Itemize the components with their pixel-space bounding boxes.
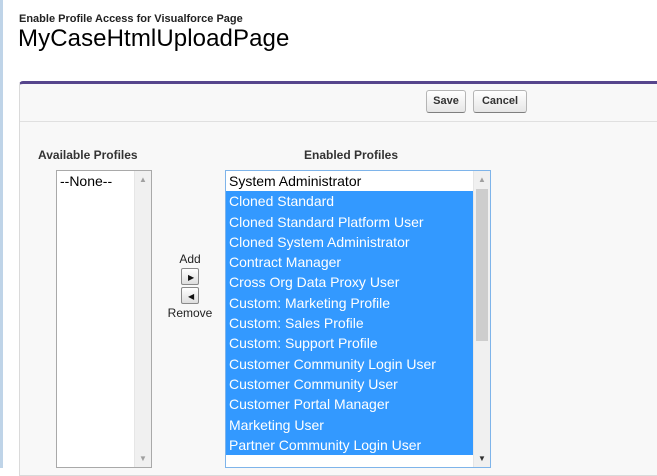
scroll-down-icon[interactable]: ▼ — [474, 450, 490, 467]
page-subtitle: Enable Profile Access for Visualforce Pa… — [19, 13, 243, 25]
divider — [20, 121, 657, 122]
enabled-profiles-list[interactable]: System Administrator Cloned Standard Clo… — [225, 170, 491, 468]
list-item[interactable]: Contract Manager — [226, 252, 490, 273]
list-item[interactable]: Cloned Standard — [226, 191, 490, 212]
list-item[interactable]: Custom: Support Profile — [226, 333, 490, 354]
page-title: MyCaseHtmlUploadPage — [18, 25, 290, 52]
list-item[interactable]: Custom: Sales Profile — [226, 313, 490, 334]
scroll-thumb[interactable] — [476, 189, 488, 341]
page-left-border — [0, 0, 3, 468]
available-profiles-list[interactable]: --None-- ▲ ▼ — [56, 170, 152, 468]
scroll-down-icon[interactable]: ▼ — [135, 450, 151, 467]
list-item[interactable]: Cloned Standard Platform User — [226, 211, 490, 232]
left-triangle-icon: ◀ — [188, 292, 195, 301]
available-scrollbar[interactable]: ▲ ▼ — [134, 171, 151, 467]
remove-label: Remove — [167, 306, 213, 320]
list-item[interactable]: Cross Org Data Proxy User — [226, 272, 490, 293]
right-triangle-icon: ▶ — [188, 273, 195, 282]
save-button[interactable]: Save — [426, 90, 466, 113]
enabled-profiles-label: Enabled Profiles — [304, 148, 399, 162]
transfer-controls: Add ▶ ◀ Remove — [160, 252, 220, 320]
list-item[interactable]: Marketing User — [226, 414, 490, 435]
list-item[interactable]: Customer Portal Manager — [226, 394, 490, 415]
add-button[interactable]: ▶ — [181, 268, 199, 285]
list-item[interactable]: System Administrator — [226, 171, 490, 191]
available-profiles-label: Available Profiles — [38, 148, 138, 162]
remove-button[interactable]: ◀ — [181, 287, 199, 304]
scroll-up-icon[interactable]: ▲ — [135, 171, 151, 188]
enabled-scrollbar[interactable]: ▲ ▼ — [473, 171, 490, 467]
edit-panel: Save Cancel Available Profiles Enabled P… — [19, 81, 657, 476]
button-row: Save Cancel — [20, 90, 657, 116]
cancel-button[interactable]: Cancel — [473, 90, 527, 113]
list-item[interactable]: Cloned System Administrator — [226, 231, 490, 253]
list-item[interactable]: Custom: Marketing Profile — [226, 292, 490, 314]
list-item[interactable]: Partner Community Login User — [226, 434, 490, 456]
list-item[interactable]: Customer Community Login User — [226, 353, 490, 374]
add-label: Add — [179, 252, 201, 266]
scroll-up-icon[interactable]: ▲ — [474, 171, 490, 188]
list-item[interactable]: Customer Community User — [226, 373, 490, 395]
